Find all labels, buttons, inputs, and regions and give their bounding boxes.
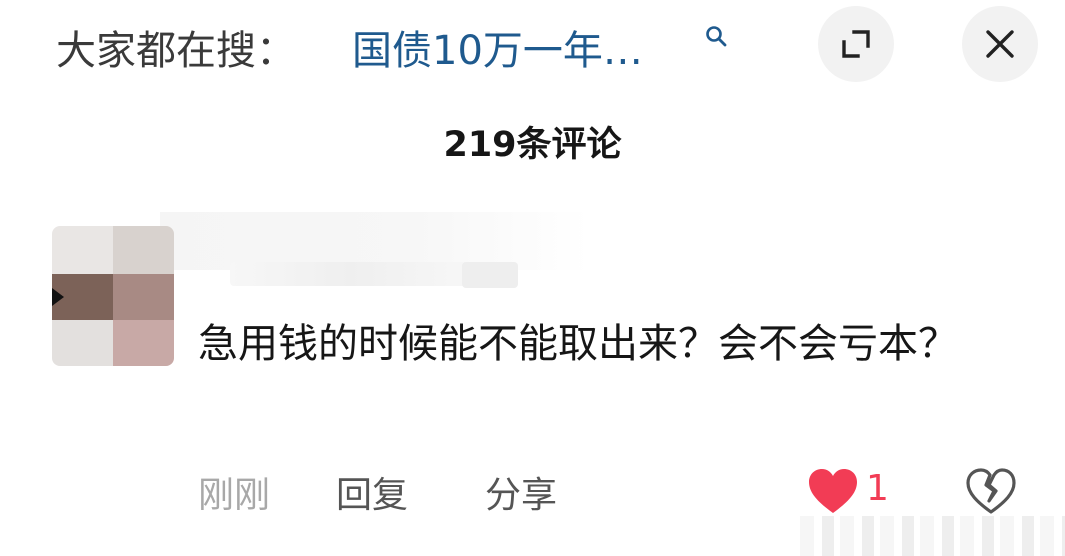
- redacted-tag: [462, 262, 518, 288]
- comment-count-title: 219条评论: [443, 125, 622, 165]
- close-button[interactable]: [962, 6, 1038, 82]
- like-count: 1: [866, 468, 889, 509]
- close-icon: [986, 30, 1014, 58]
- avatar[interactable]: [52, 226, 174, 366]
- avatar-marker: [52, 288, 64, 306]
- heart-icon[interactable]: [806, 466, 860, 516]
- share-button[interactable]: 分享: [485, 466, 557, 518]
- bottom-decoration: [800, 516, 1065, 556]
- expand-button[interactable]: [818, 6, 894, 82]
- search-suggestion-link[interactable]: 国债10万一年…: [352, 18, 643, 76]
- search-icon[interactable]: [704, 24, 728, 48]
- broken-heart-icon[interactable]: [964, 466, 1018, 516]
- search-prefix: 大家都在搜：: [56, 28, 296, 74]
- comment-time: 刚刚: [198, 475, 271, 516]
- reply-button[interactable]: 回复: [336, 466, 408, 518]
- expand-icon: [842, 30, 870, 58]
- comment-text: 急用钱的时候能不能取出来？会不会亏本？: [198, 321, 958, 367]
- redacted-username: [230, 262, 470, 286]
- top-bar: 大家都在搜： 国债10万一年…: [0, 0, 1065, 95]
